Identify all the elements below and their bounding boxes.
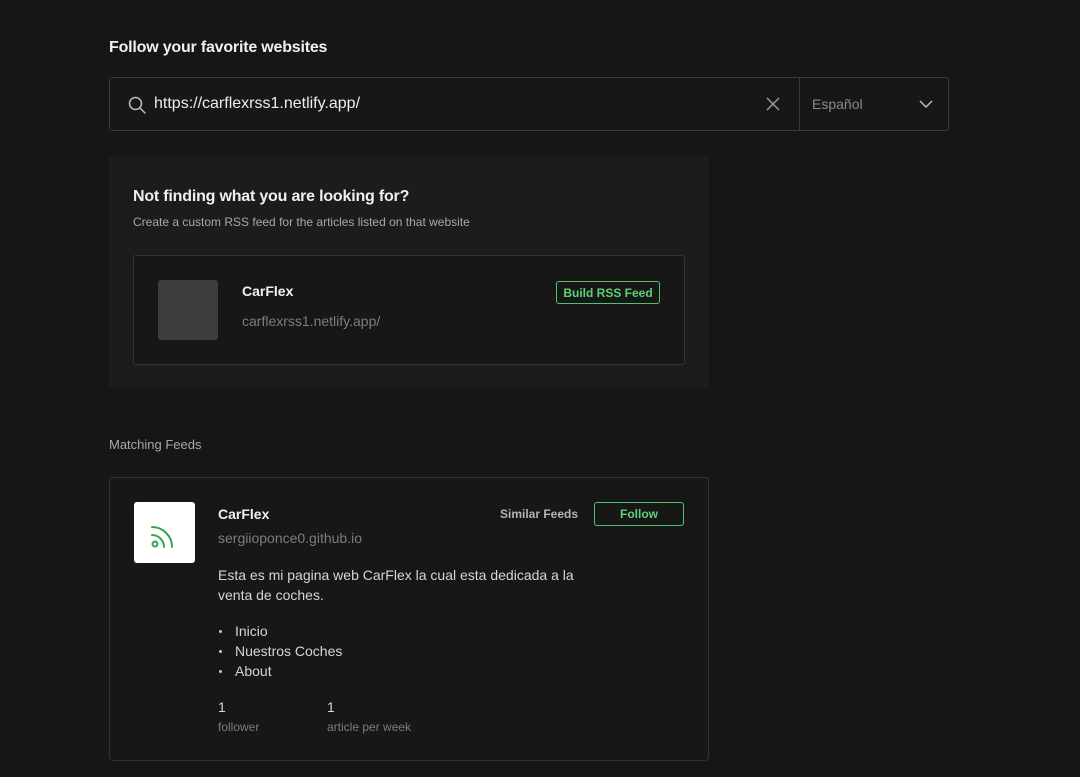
followers-label: follower	[218, 720, 260, 734]
feed-description: Esta es mi pagina web CarFlex la cual es…	[218, 567, 574, 603]
build-rss-feed-button[interactable]: Build RSS Feed	[556, 281, 660, 304]
language-select-value: Español	[812, 96, 863, 112]
followers-count: 1	[218, 699, 226, 715]
articles-count: 1	[327, 699, 335, 715]
followers-stat: 1 follower	[218, 698, 259, 734]
articles-label: article per week	[327, 720, 412, 734]
site-url: carflexrss1.netlify.app/	[242, 313, 381, 329]
feed-domain: sergiioponce0.github.io	[218, 530, 362, 546]
search-input[interactable]	[154, 78, 754, 130]
feed-link-list: Inicio Nuestros Coches About	[218, 621, 342, 681]
page-title: Follow your favorite websites	[109, 39, 328, 56]
matching-feeds-label: Matching Feeds	[109, 437, 202, 452]
feed-name: CarFlex	[218, 506, 270, 522]
custom-feed-subtitle: Create a custom RSS feed for the article…	[133, 215, 470, 229]
feed-avatar	[134, 502, 195, 563]
site-thumbnail	[158, 280, 218, 340]
custom-feed-title: Not finding what you are looking for?	[133, 188, 410, 205]
site-name: CarFlex	[242, 283, 294, 299]
site-card: CarFlex carflexrss1.netlify.app/ Build R…	[133, 255, 685, 365]
similar-feeds-link[interactable]: Similar Feeds	[500, 507, 578, 521]
close-icon[interactable]	[764, 95, 782, 113]
language-select[interactable]: Español	[800, 78, 948, 130]
chevron-down-icon	[919, 100, 933, 109]
custom-feed-panel: Not finding what you are looking for? Cr…	[109, 155, 709, 389]
search-bar: Español	[109, 77, 949, 131]
articles-stat: 1 article per week	[327, 698, 411, 734]
search-icon	[128, 96, 146, 114]
rss-icon	[151, 526, 173, 548]
list-item: Nuestros Coches	[218, 641, 342, 661]
feed-card: CarFlex sergiioponce0.github.io Similar …	[109, 477, 709, 761]
follow-button[interactable]: Follow	[594, 502, 684, 526]
list-item: Inicio	[218, 621, 342, 641]
list-item: About	[218, 661, 342, 681]
